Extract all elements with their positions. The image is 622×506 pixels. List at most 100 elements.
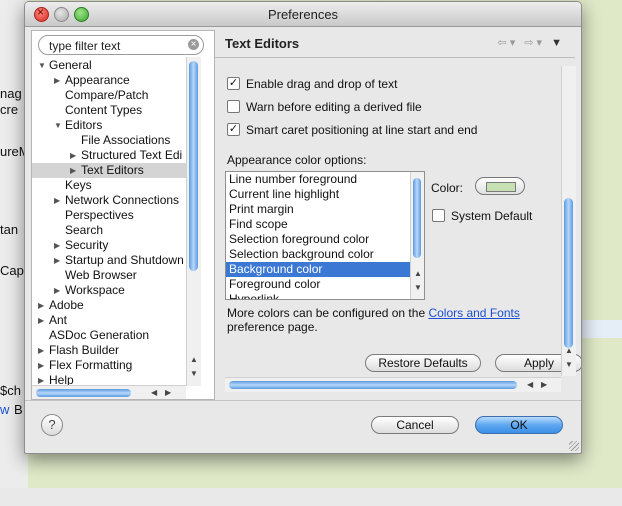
system-default-checkbox[interactable]: System Default xyxy=(432,209,532,223)
collapsed-arrow-icon[interactable]: ▶ xyxy=(38,358,44,373)
tree-item-label: Adobe xyxy=(49,298,84,312)
page-content: ✓ Enable drag and drop of text Warn befor… xyxy=(225,66,559,376)
filter-input[interactable] xyxy=(47,37,186,54)
page-vertical-scroll-thumb[interactable] xyxy=(564,198,573,348)
tree-item[interactable]: Keys xyxy=(32,178,192,193)
expanded-arrow-icon[interactable]: ▼ xyxy=(54,118,62,133)
cancel-button[interactable]: Cancel xyxy=(371,416,459,434)
tree-vertical-scroll-thumb[interactable] xyxy=(189,61,198,271)
color-option-item[interactable]: Line number foreground xyxy=(226,172,424,187)
collapsed-arrow-icon[interactable]: ▶ xyxy=(54,283,60,298)
tree-horizontal-scroll-thumb[interactable] xyxy=(36,389,131,397)
tree-item[interactable]: ▶ Flex Formatting xyxy=(32,358,192,373)
scroll-right-arrow-icon[interactable]: ▶ xyxy=(165,388,171,397)
view-menu-icon[interactable]: ▼ xyxy=(551,37,565,49)
tree-item[interactable]: ▶ Workspace xyxy=(32,283,192,298)
scroll-up-arrow-icon[interactable]: ▲ xyxy=(565,346,573,355)
collapsed-arrow-icon[interactable]: ▶ xyxy=(38,313,44,328)
collapsed-arrow-icon[interactable]: ▶ xyxy=(54,193,60,208)
color-option-item[interactable]: Hyperlink xyxy=(226,292,424,299)
tree-item-label: Workspace xyxy=(65,283,125,297)
filter-field[interactable]: × xyxy=(38,35,204,55)
tree-item-label: Ant xyxy=(49,313,68,327)
tree-item[interactable]: ▶ Appearance xyxy=(32,73,192,88)
scroll-up-arrow-icon[interactable]: ▲ xyxy=(414,269,422,278)
color-option-item[interactable]: Find scope xyxy=(226,217,424,232)
tree-item-label: Flex Formatting xyxy=(49,358,133,372)
scroll-down-arrow-icon[interactable]: ▼ xyxy=(414,283,422,292)
collapsed-arrow-icon[interactable]: ▶ xyxy=(70,148,76,163)
page-title: Text Editors xyxy=(225,36,300,51)
tree-item[interactable]: ▶ Text Editors xyxy=(32,163,192,178)
tree-item[interactable]: Perspectives xyxy=(32,208,192,223)
tree-item[interactable]: Web Browser xyxy=(32,268,192,283)
color-options-items: Line number foreground Current line highl… xyxy=(226,172,424,299)
color-option-item[interactable]: Selection background color xyxy=(226,247,424,262)
scroll-down-arrow-icon[interactable]: ▼ xyxy=(190,369,198,378)
list-vertical-scroll-thumb[interactable] xyxy=(413,178,421,258)
tree-item[interactable]: File Associations xyxy=(32,133,192,148)
checkbox-box[interactable]: ✓ xyxy=(227,77,240,91)
page-horizontal-scroll-thumb[interactable] xyxy=(229,381,517,389)
color-option-item[interactable]: Foreground color xyxy=(226,277,424,292)
tree-item[interactable]: ▶ Flash Builder xyxy=(32,343,192,358)
scroll-left-arrow-icon[interactable]: ◀ xyxy=(527,380,533,389)
collapsed-arrow-icon[interactable]: ▶ xyxy=(38,343,44,358)
page-horizontal-scrollbar[interactable]: ◀ ▶ xyxy=(225,377,561,392)
colors-and-fonts-link[interactable]: Colors and Fonts xyxy=(428,306,519,320)
forward-arrow-icon[interactable]: ⇨▾ xyxy=(524,37,545,49)
expanded-arrow-icon[interactable]: ▼ xyxy=(38,58,46,73)
collapsed-arrow-icon[interactable]: ▶ xyxy=(38,298,44,313)
color-option-item[interactable]: Print margin xyxy=(226,202,424,217)
help-icon[interactable]: ? xyxy=(41,414,63,436)
tree-item[interactable]: Compare/Patch xyxy=(32,88,192,103)
more-colors-text: More colors can be configured on the Col… xyxy=(227,306,547,334)
list-vertical-scrollbar[interactable]: ▲ ▼ xyxy=(410,172,424,299)
collapsed-arrow-icon[interactable]: ▶ xyxy=(54,238,60,253)
tree-item-label: Network Connections xyxy=(65,193,180,207)
tree-item[interactable]: ▶ Ant xyxy=(32,313,192,328)
checkbox-box[interactable]: ✓ xyxy=(227,123,240,137)
tree-item[interactable]: ▶ Startup and Shutdown xyxy=(32,253,192,268)
title-bar[interactable]: Preferences xyxy=(25,2,581,27)
collapsed-arrow-icon[interactable]: ▶ xyxy=(70,163,76,178)
tree-item[interactable]: ▼ Editors xyxy=(32,118,192,133)
scroll-down-arrow-icon[interactable]: ▼ xyxy=(565,360,573,369)
smart-caret-checkbox[interactable]: ✓ Smart caret positioning at line start a… xyxy=(227,122,477,138)
tree-item[interactable]: ▶ Structured Text Edi xyxy=(32,148,192,163)
color-options-list[interactable]: Line number foreground Current line highl… xyxy=(225,171,425,300)
scroll-left-arrow-icon[interactable]: ◀ xyxy=(151,388,157,397)
scroll-right-arrow-icon[interactable]: ▶ xyxy=(541,380,547,389)
tree-item[interactable]: ASDoc Generation xyxy=(32,328,192,343)
clear-filter-icon[interactable]: × xyxy=(188,39,199,50)
resize-grip-icon[interactable] xyxy=(569,441,579,451)
warn-derived-file-checkbox[interactable]: Warn before editing a derived file xyxy=(227,99,422,115)
tree-item[interactable]: Content Types xyxy=(32,103,192,118)
color-picker-button[interactable] xyxy=(475,177,525,195)
preference-tree-pane: × ▼General▶AppearanceCompare/PatchConten… xyxy=(31,30,215,400)
color-option-item[interactable]: Selection foreground color xyxy=(226,232,424,247)
page-vertical-scrollbar[interactable]: ▲ ▼ xyxy=(561,66,576,376)
ok-button[interactable]: OK xyxy=(475,416,563,434)
tree-item-label: ASDoc Generation xyxy=(49,328,150,342)
tree-item-label: File Associations xyxy=(81,133,171,147)
collapsed-arrow-icon[interactable]: ▶ xyxy=(54,253,60,268)
restore-defaults-button[interactable]: Restore Defaults xyxy=(365,354,481,372)
background-highlight-band xyxy=(575,320,622,338)
color-option-item[interactable]: Current line highlight xyxy=(226,187,424,202)
checkbox-box[interactable] xyxy=(432,209,445,223)
tree-horizontal-scrollbar[interactable]: ◀ ▶ xyxy=(32,385,186,399)
tree-item[interactable]: ▶ Security xyxy=(32,238,192,253)
tree-item[interactable]: ▼ General xyxy=(32,58,192,73)
back-arrow-icon[interactable]: ⇦▾ xyxy=(497,37,518,49)
tree-item-label: Compare/Patch xyxy=(65,88,149,102)
tree-item[interactable]: ▶ Network Connections xyxy=(32,193,192,208)
enable-drag-drop-checkbox[interactable]: ✓ Enable drag and drop of text xyxy=(227,76,397,92)
scroll-up-arrow-icon[interactable]: ▲ xyxy=(190,355,198,364)
collapsed-arrow-icon[interactable]: ▶ xyxy=(54,73,60,88)
tree-vertical-scrollbar[interactable]: ▲ ▼ xyxy=(186,57,201,386)
color-option-item[interactable]: Background color xyxy=(226,262,424,277)
tree-item[interactable]: Search xyxy=(32,223,192,238)
tree-item[interactable]: ▶ Adobe xyxy=(32,298,192,313)
checkbox-box[interactable] xyxy=(227,100,240,114)
